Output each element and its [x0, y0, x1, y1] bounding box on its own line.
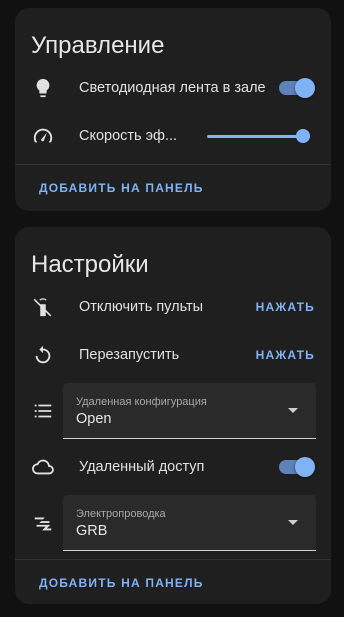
- select-value: GRB: [76, 523, 108, 539]
- dropdown-arrow-icon: [288, 408, 298, 413]
- remote-access-toggle[interactable]: [277, 456, 315, 478]
- remote-access-label: Удаленный доступ: [79, 459, 205, 475]
- restart-label: Перезапустить: [79, 347, 180, 363]
- select-value: Open: [76, 411, 112, 427]
- remote-off-icon: [31, 295, 55, 319]
- toggle-thumb: [295, 78, 315, 98]
- disable-remotes-press-button[interactable]: НАЖАТЬ: [256, 300, 315, 314]
- lightbulb-icon: [31, 76, 55, 100]
- slider-rail: [207, 135, 303, 138]
- select-label: Электропроводка: [76, 508, 166, 520]
- remote-config-select[interactable]: Удаленная конфигурация Open: [63, 383, 316, 439]
- toggle-thumb: [295, 457, 315, 477]
- control-card: Управление Светодиодная лента в зале Ско…: [15, 8, 331, 211]
- effect-speed-label: Скорость эф...: [79, 128, 178, 144]
- disable-remotes-label: Отключить пульты: [79, 299, 204, 315]
- control-card-title: Управление: [31, 32, 165, 59]
- effect-speed-slider[interactable]: [207, 126, 310, 146]
- dropdown-arrow-icon: [288, 520, 298, 525]
- led-strip-toggle[interactable]: [277, 77, 315, 99]
- select-label: Удаленная конфигурация: [76, 396, 207, 408]
- cloud-icon: [31, 455, 55, 479]
- restart-press-button[interactable]: НАЖАТЬ: [256, 348, 315, 362]
- add-to-panel-button[interactable]: ДОБАВИТЬ НА ПАНЕЛЬ: [39, 181, 204, 195]
- led-strip-label: Светодиодная лента в зале: [79, 80, 266, 96]
- settings-card-title: Настройки: [31, 251, 149, 278]
- speedometer-icon: [31, 124, 55, 148]
- divider: [15, 559, 331, 560]
- settings-card: Настройки Отключить пульты НАЖАТЬ Переза…: [15, 227, 331, 604]
- add-to-panel-button[interactable]: ДОБАВИТЬ НА ПАНЕЛЬ: [39, 576, 204, 590]
- wiring-select[interactable]: Электропроводка GRB: [63, 495, 316, 551]
- restart-icon: [31, 343, 55, 367]
- led-strip-icon: [31, 511, 55, 535]
- divider: [15, 164, 331, 165]
- list-icon: [31, 399, 55, 423]
- slider-knob[interactable]: [296, 129, 310, 143]
